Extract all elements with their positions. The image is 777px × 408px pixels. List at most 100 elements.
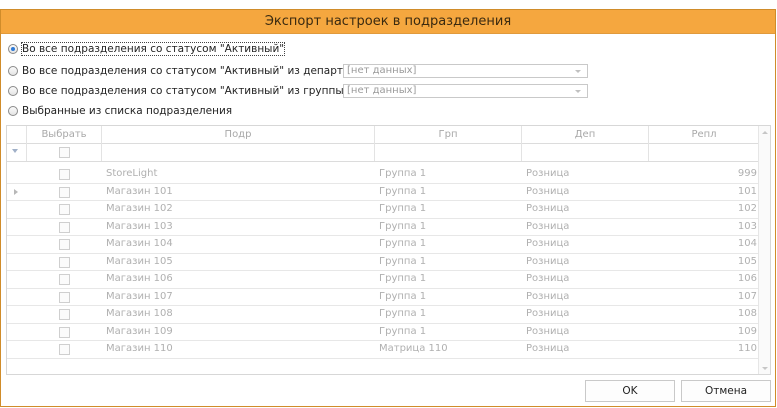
- row-select-cell[interactable]: [27, 289, 102, 306]
- filter-select[interactable]: [27, 143, 102, 161]
- chevron-down-icon[interactable]: [575, 90, 581, 93]
- filter-grp[interactable]: [375, 143, 522, 161]
- row-checkbox[interactable]: [59, 326, 70, 338]
- cell-grp: Группа 1: [379, 273, 427, 284]
- table-row[interactable]: Магазин 109 Группа 1 Розница 109: [7, 324, 760, 341]
- row-checkbox[interactable]: [59, 204, 70, 215]
- option-all-active[interactable]: Во все подразделения со статусом "Активн…: [8, 41, 286, 57]
- row-indicator: [7, 271, 27, 288]
- option-label: Во все подразделения со статусом "Активн…: [20, 42, 286, 56]
- cell-grp: Группа 1: [379, 325, 427, 337]
- radio-icon[interactable]: [8, 44, 18, 54]
- cell-dep: Розница: [526, 168, 570, 179]
- table-row[interactable]: Магазин 106 Группа 1 Розница 106: [7, 271, 760, 289]
- ok-button[interactable]: OK: [585, 380, 675, 402]
- row-select-cell[interactable]: [27, 341, 102, 358]
- column-header-repl[interactable]: Репл: [649, 126, 760, 143]
- table-row[interactable]: Магазин 102 Группа 1 Розница 102: [7, 201, 760, 219]
- cell-grp: Группа 1: [379, 185, 427, 197]
- cell-pod: Магазин 103: [106, 220, 173, 232]
- cell-grp: Матрица 110: [379, 343, 448, 354]
- row-select-cell[interactable]: [27, 219, 102, 236]
- filter-dep[interactable]: [522, 143, 649, 161]
- row-checkbox[interactable]: [59, 186, 70, 198]
- cell-dep: Розница: [526, 238, 570, 249]
- scroll-down-icon[interactable]: [762, 367, 768, 370]
- cell-repl: 102: [737, 203, 757, 214]
- cell-dep: Розница: [526, 185, 570, 197]
- table-row[interactable]: Магазин 108 Группа 1 Розница 108: [7, 306, 760, 324]
- scroll-up-icon[interactable]: [762, 131, 768, 134]
- cell-grp: Группа 1: [379, 220, 427, 232]
- cell-pod: Магазин 108: [106, 308, 173, 319]
- filter-checkbox[interactable]: [59, 147, 70, 158]
- row-indicator: [7, 341, 27, 358]
- row-indicator: [7, 324, 27, 341]
- row-checkbox[interactable]: [59, 221, 70, 233]
- table-row[interactable]: Магазин 105 Группа 1 Розница 105: [7, 254, 760, 271]
- grid-vertical-scrollbar[interactable]: [758, 126, 770, 374]
- cell-repl: 999: [737, 168, 757, 179]
- top-strip: [0, 0, 777, 9]
- cell-repl: 103: [737, 220, 757, 232]
- column-header-dep[interactable]: Деп: [522, 126, 649, 143]
- current-row-icon: [14, 188, 18, 195]
- cell-grp: Группа 1: [379, 308, 427, 319]
- group-combo[interactable]: [нет данных]: [343, 84, 588, 98]
- row-select-cell[interactable]: [27, 324, 102, 341]
- cell-repl: 110: [737, 343, 757, 354]
- row-checkbox[interactable]: [59, 256, 70, 268]
- table-row[interactable]: Магазин 107 Группа 1 Розница 107: [7, 289, 760, 306]
- row-select-cell[interactable]: [27, 201, 102, 218]
- row-checkbox[interactable]: [59, 344, 70, 355]
- filter-repl[interactable]: [649, 143, 760, 161]
- column-header-grp[interactable]: Грп: [375, 126, 522, 143]
- chevron-down-icon[interactable]: [575, 70, 581, 73]
- table-row[interactable]: StoreLight Группа 1 Розница 999: [7, 166, 760, 184]
- combo-value: [нет данных]: [347, 65, 417, 76]
- filter-pod[interactable]: [102, 143, 375, 161]
- cancel-button[interactable]: Отмена: [681, 380, 771, 402]
- table-row[interactable]: Магазин 104 Группа 1 Розница 104: [7, 236, 760, 254]
- radio-icon[interactable]: [8, 66, 18, 76]
- cell-pod: Магазин 107: [106, 290, 173, 302]
- filter-row: [7, 143, 760, 162]
- radio-icon[interactable]: [8, 86, 18, 96]
- row-select-cell[interactable]: [27, 306, 102, 323]
- cell-dep: Розница: [526, 290, 570, 302]
- cell-dep: Розница: [526, 255, 570, 267]
- cell-dep: Розница: [526, 220, 570, 232]
- row-checkbox[interactable]: [59, 239, 70, 250]
- radio-icon[interactable]: [8, 106, 18, 116]
- row-select-cell[interactable]: [27, 271, 102, 288]
- table-row[interactable]: Магазин 103 Группа 1 Розница 103: [7, 219, 760, 236]
- subdivisions-grid: Выбрать Подр Грп Деп Репл StoreLight Гру…: [6, 125, 771, 375]
- department-combo[interactable]: [нет данных]: [343, 64, 588, 78]
- table-row[interactable]: Магазин 101 Группа 1 Розница 101: [7, 184, 760, 201]
- cell-pod: Магазин 106: [106, 273, 173, 284]
- grid-header: Выбрать Подр Грп Деп Репл: [7, 126, 760, 144]
- option-active-department[interactable]: Во все подразделения со статусом "Активн…: [8, 63, 383, 79]
- cell-pod: Магазин 104: [106, 238, 173, 249]
- row-select-cell[interactable]: [27, 254, 102, 271]
- option-selected-list[interactable]: Выбранные из списка подразделения: [8, 103, 232, 119]
- cell-pod: Магазин 110: [106, 343, 173, 354]
- cell-dep: Розница: [526, 273, 570, 284]
- row-checkbox[interactable]: [59, 274, 70, 285]
- row-checkbox[interactable]: [59, 169, 70, 180]
- filter-icon: [12, 149, 18, 153]
- row-indicator: [7, 254, 27, 271]
- filter-indicator: [7, 143, 27, 161]
- row-checkbox[interactable]: [59, 291, 70, 303]
- table-row[interactable]: Магазин 110 Матрица 110 Розница 110: [7, 341, 760, 359]
- column-header-pod[interactable]: Подр: [102, 126, 375, 143]
- row-select-cell[interactable]: [27, 184, 102, 201]
- row-select-cell[interactable]: [27, 166, 102, 183]
- row-checkbox[interactable]: [59, 309, 70, 320]
- option-active-group[interactable]: Во все подразделения со статусом "Активн…: [8, 83, 344, 99]
- grid-rows: StoreLight Группа 1 Розница 999 Магазин …: [7, 166, 760, 359]
- cell-grp: Группа 1: [379, 255, 427, 267]
- row-select-cell[interactable]: [27, 236, 102, 253]
- combo-value: [нет данных]: [347, 85, 417, 96]
- column-header-select[interactable]: Выбрать: [27, 126, 102, 143]
